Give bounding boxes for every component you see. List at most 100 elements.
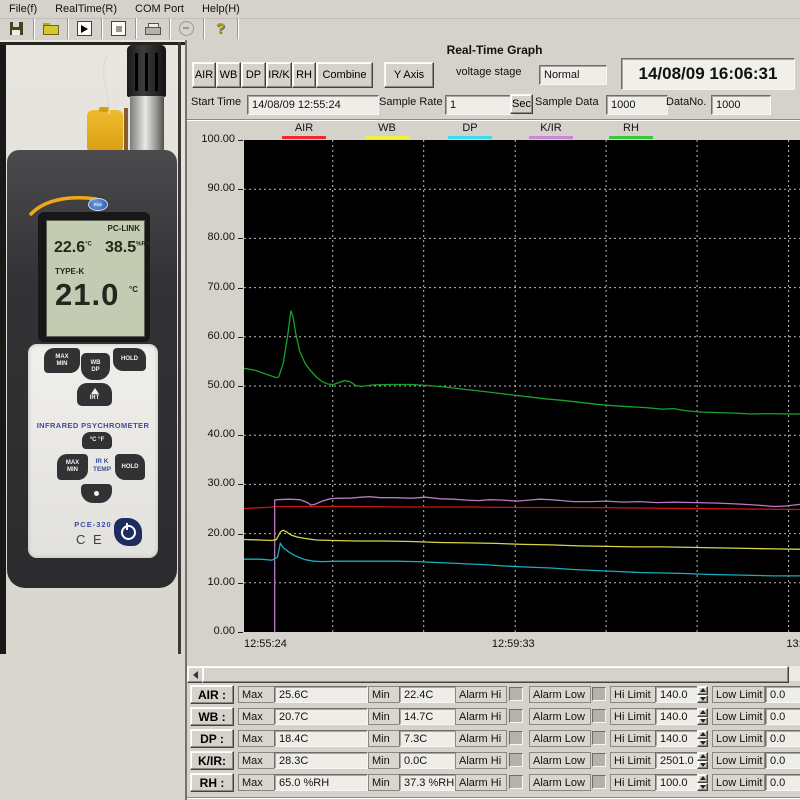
air-hi-limit-input[interactable]: 140.0 bbox=[655, 686, 703, 703]
spin-up-icon[interactable] bbox=[697, 752, 708, 761]
dp-low-limit-input[interactable]: 0.0 bbox=[765, 730, 800, 747]
stop-button[interactable] bbox=[102, 18, 136, 39]
row-button-rh[interactable]: RH : bbox=[190, 773, 234, 792]
dp-hi-limit-spinner[interactable] bbox=[697, 730, 708, 747]
spin-up-icon[interactable] bbox=[697, 708, 708, 717]
print-button[interactable] bbox=[136, 18, 170, 39]
device-hold-button: HOLD bbox=[113, 348, 146, 371]
spin-down-icon[interactable] bbox=[697, 717, 708, 726]
legend-kir: K/IR bbox=[519, 122, 583, 139]
min-label: Min bbox=[368, 708, 400, 725]
spin-up-icon[interactable] bbox=[697, 774, 708, 783]
max-label: Max bbox=[238, 730, 275, 747]
spin-down-icon[interactable] bbox=[697, 783, 708, 792]
row-button-dp[interactable]: DP : bbox=[190, 729, 234, 748]
row-button-wb[interactable]: WB : bbox=[190, 707, 234, 726]
alarm-low-label: Alarm Low bbox=[529, 752, 591, 769]
y-tick-label: 10.00 bbox=[187, 576, 235, 588]
rh-max-value: 65.0 %RH bbox=[274, 774, 368, 791]
series-line-rh bbox=[244, 311, 800, 414]
kir-low-limit-input[interactable]: 0.0 bbox=[765, 752, 800, 769]
low-limit-label: Low Limit bbox=[712, 730, 765, 747]
disconnect-button[interactable] bbox=[170, 18, 204, 39]
y-tick-mark bbox=[238, 140, 243, 141]
dp-hi-limit-input[interactable]: 140.0 bbox=[655, 730, 703, 747]
kir-alarm-hi-checkbox[interactable] bbox=[509, 753, 523, 767]
combine-button[interactable]: Combine bbox=[316, 62, 373, 88]
rh-low-limit-input[interactable]: 0.0 bbox=[765, 774, 800, 791]
series-toggle-rh[interactable]: RH bbox=[292, 62, 316, 88]
y-tick-label: 30.00 bbox=[187, 477, 235, 489]
alarm-hi-label: Alarm Hi bbox=[455, 686, 507, 703]
open-button[interactable] bbox=[34, 18, 68, 39]
dp-alarm-hi-checkbox[interactable] bbox=[509, 731, 523, 745]
menu-item-file[interactable]: File(f) bbox=[0, 1, 46, 17]
save-button[interactable] bbox=[0, 18, 34, 39]
air-low-limit-input[interactable]: 0.0 bbox=[765, 686, 800, 703]
sample-data-label: Sample Data bbox=[535, 96, 599, 108]
air-alarm-hi-checkbox[interactable] bbox=[509, 687, 523, 701]
spin-down-icon[interactable] bbox=[697, 739, 708, 748]
alarm-hi-label: Alarm Hi bbox=[455, 708, 507, 725]
alarm-low-label: Alarm Low bbox=[529, 730, 591, 747]
series-line-wb bbox=[244, 530, 800, 549]
menu-item-help[interactable]: Help(H) bbox=[193, 1, 249, 17]
wb-alarm-low-checkbox[interactable] bbox=[592, 709, 606, 723]
realtime-plot bbox=[244, 140, 800, 632]
sec-button[interactable]: Sec bbox=[510, 94, 533, 114]
rh-hi-limit-input[interactable]: 100.0 bbox=[655, 774, 703, 791]
data-no-label: DataNo. bbox=[666, 96, 706, 108]
series-toggle-wb[interactable]: WB bbox=[216, 62, 241, 88]
x-scrollbar[interactable] bbox=[187, 666, 800, 681]
wb-alarm-hi-checkbox[interactable] bbox=[509, 709, 523, 723]
hi-limit-label: Hi Limit bbox=[610, 752, 656, 769]
row-button-air[interactable]: AIR : bbox=[190, 685, 234, 704]
rh-alarm-hi-checkbox[interactable] bbox=[509, 775, 523, 789]
low-limit-label: Low Limit bbox=[712, 686, 765, 703]
air-alarm-low-checkbox[interactable] bbox=[592, 687, 606, 701]
spin-down-icon[interactable] bbox=[697, 695, 708, 704]
wb-low-limit-input[interactable]: 0.0 bbox=[765, 708, 800, 725]
table-row-air: AIR : Max 25.6C Min 22.4C Alarm Hi Alarm… bbox=[187, 684, 800, 706]
scrollbar-thumb[interactable] bbox=[202, 666, 789, 683]
menu-item-realtime[interactable]: RealTime(R) bbox=[46, 1, 126, 17]
wb-min-value: 14.7C bbox=[399, 708, 457, 725]
rh-alarm-low-checkbox[interactable] bbox=[592, 775, 606, 789]
spin-up-icon[interactable] bbox=[697, 686, 708, 695]
device-maxmin-button: MAXMIN bbox=[44, 348, 80, 373]
row-button-kir[interactable]: K/IR: bbox=[190, 751, 234, 770]
spin-down-icon[interactable] bbox=[697, 761, 708, 770]
x-tick-label: 12:59:33 bbox=[492, 638, 535, 650]
air-hi-limit-spinner[interactable] bbox=[697, 686, 708, 703]
dp-max-value: 18.4C bbox=[274, 730, 368, 747]
menu-item-comport[interactable]: COM Port bbox=[126, 1, 193, 17]
wb-hi-limit-spinner[interactable] bbox=[697, 708, 708, 725]
table-row-kir: K/IR: Max 28.3C Min 0.0C Alarm Hi Alarm … bbox=[187, 750, 800, 772]
kir-hi-limit-spinner[interactable] bbox=[697, 752, 708, 769]
panel-title: Real-Time Graph bbox=[187, 43, 800, 57]
device-hold2-button: HOLD bbox=[115, 454, 145, 480]
low-limit-label: Low Limit bbox=[712, 752, 765, 769]
legend-air: AIR bbox=[272, 122, 336, 139]
series-toggle-irk[interactable]: IR/K bbox=[266, 62, 292, 88]
left-arrow-icon bbox=[193, 671, 198, 679]
spin-up-icon[interactable] bbox=[697, 730, 708, 739]
hi-limit-label: Hi Limit bbox=[610, 730, 656, 747]
play-icon bbox=[77, 21, 92, 36]
probe-cap bbox=[127, 45, 166, 97]
series-toggle-dp[interactable]: DP bbox=[241, 62, 266, 88]
dp-alarm-low-checkbox[interactable] bbox=[592, 731, 606, 745]
y-tick-mark bbox=[238, 534, 243, 535]
kir-alarm-low-checkbox[interactable] bbox=[592, 753, 606, 767]
start-button[interactable] bbox=[68, 18, 102, 39]
lamp-icon bbox=[94, 491, 99, 496]
kir-hi-limit-input[interactable]: 2501.0 bbox=[655, 752, 703, 769]
y-axis-button[interactable]: Y Axis bbox=[384, 62, 434, 88]
rh-hi-limit-spinner[interactable] bbox=[697, 774, 708, 791]
help-button[interactable]: ? bbox=[204, 18, 238, 39]
series-toggle-air[interactable]: AIR bbox=[192, 62, 216, 88]
legend-wb-colorbar bbox=[365, 136, 409, 139]
sample-rate-input[interactable]: 1 bbox=[445, 95, 513, 115]
lcd-humidity: 38.5%RH bbox=[105, 239, 150, 257]
wb-hi-limit-input[interactable]: 140.0 bbox=[655, 708, 703, 725]
